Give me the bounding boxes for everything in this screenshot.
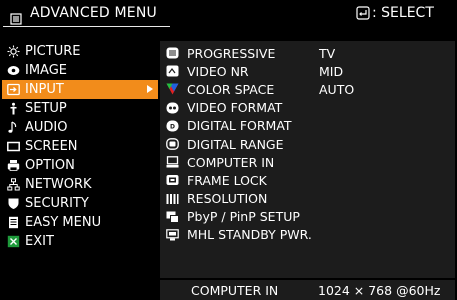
submenu-item-value: MID xyxy=(319,63,344,79)
option-icon xyxy=(6,159,20,173)
menu-item-screen[interactable]: SCREEN xyxy=(2,137,158,156)
submenu-item-label: FRAME LOCK xyxy=(187,172,267,188)
submenu-item-pbyp-setup[interactable]: PbyP / PinP SETUP xyxy=(160,208,455,226)
menu-item-image[interactable]: IMAGE xyxy=(2,61,158,80)
svg-text:D: D xyxy=(170,123,175,130)
digital-format-icon: D xyxy=(166,120,179,132)
easy-menu-icon xyxy=(6,216,20,230)
network-icon xyxy=(6,178,20,192)
audio-icon xyxy=(6,121,20,135)
menu-list-icon xyxy=(10,10,22,25)
video-nr-icon xyxy=(166,65,179,77)
submenu-item-color-space[interactable]: COLOR SPACE AUTO xyxy=(160,80,455,98)
image-icon xyxy=(6,64,20,78)
submenu-item-video-nr[interactable]: VIDEO NR MID xyxy=(160,62,455,80)
submenu-item-label: VIDEO NR xyxy=(187,63,249,79)
submenu-item-value: AUTO xyxy=(319,81,355,97)
submenu-item-label: COLOR SPACE xyxy=(187,81,275,97)
status-bar: COMPUTER IN 1024 × 768 @60Hz xyxy=(160,280,455,300)
input-icon xyxy=(6,83,20,97)
main-menu: PICTURE IMAGE INPUT SETUP AUDIO SCREEN O… xyxy=(2,42,158,251)
submenu-item-mhl-standby[interactable]: MHL STANDBY PWR. xyxy=(160,226,455,244)
menu-item-picture[interactable]: PICTURE xyxy=(2,42,158,61)
menu-item-label: OPTION xyxy=(25,158,75,173)
current-source: COMPUTER IN xyxy=(191,283,279,298)
frame-lock-icon xyxy=(166,174,179,186)
input-submenu-panel: PROGRESSIVE TV VIDEO NR MID COLOR SPACE … xyxy=(160,41,455,278)
select-hint: : SELECT xyxy=(356,5,434,21)
signal-info: 1024 × 768 @60Hz xyxy=(318,283,441,298)
page-title: ADVANCED MENU xyxy=(30,5,157,21)
submenu-item-digital-range[interactable]: DIGITAL RANGE xyxy=(160,135,455,153)
computer-in-icon xyxy=(166,156,179,168)
color-space-icon xyxy=(166,83,179,95)
menu-item-option[interactable]: OPTION xyxy=(2,156,158,175)
submenu-item-label: PROGRESSIVE xyxy=(187,45,276,61)
screen-icon xyxy=(6,140,20,154)
menu-item-label: SETUP xyxy=(25,101,67,116)
submenu-arrow-icon xyxy=(147,85,153,93)
select-hint-label: : SELECT xyxy=(372,5,434,21)
osd-menu: ADVANCED MENU : SELECT PICTURE IMAGE INP… xyxy=(0,0,457,300)
pbyp-icon xyxy=(166,211,179,223)
menu-item-exit[interactable]: EXIT xyxy=(2,232,158,251)
sun-icon xyxy=(6,45,20,59)
exit-icon xyxy=(6,235,20,249)
submenu-item-value: TV xyxy=(319,45,336,61)
menu-item-audio[interactable]: AUDIO xyxy=(2,118,158,137)
video-format-icon xyxy=(166,102,179,114)
menu-item-label: SECURITY xyxy=(25,196,89,211)
submenu-item-label: DIGITAL FORMAT xyxy=(187,118,292,134)
submenu-item-computer-in[interactable]: COMPUTER IN xyxy=(160,153,455,171)
menu-item-label: AUDIO xyxy=(25,120,68,135)
mhl-icon xyxy=(166,229,179,241)
menu-item-label: NETWORK xyxy=(25,177,92,192)
menu-item-network[interactable]: NETWORK xyxy=(2,175,158,194)
setup-icon xyxy=(6,102,20,116)
submenu-item-label: RESOLUTION xyxy=(187,191,268,207)
resolution-icon xyxy=(166,193,179,205)
submenu-item-label: VIDEO FORMAT xyxy=(187,100,283,116)
security-icon xyxy=(6,197,20,211)
menu-item-label: EASY MENU xyxy=(25,215,102,230)
submenu-item-label: MHL STANDBY PWR. xyxy=(187,227,312,243)
enter-button-icon xyxy=(356,6,370,20)
menu-item-security[interactable]: SECURITY xyxy=(2,194,158,213)
header-divider xyxy=(3,26,170,27)
menu-item-input[interactable]: INPUT xyxy=(2,80,158,99)
submenu-item-progressive[interactable]: PROGRESSIVE TV xyxy=(160,44,455,62)
submenu-item-video-format[interactable]: VIDEO FORMAT xyxy=(160,99,455,117)
submenu-item-label: PbyP / PinP SETUP xyxy=(187,209,300,225)
progressive-icon xyxy=(166,47,179,59)
menu-header: ADVANCED MENU : SELECT xyxy=(0,0,457,34)
menu-item-label: PICTURE xyxy=(25,44,81,59)
submenu-item-digital-format[interactable]: D DIGITAL FORMAT xyxy=(160,117,455,135)
menu-item-setup[interactable]: SETUP xyxy=(2,99,158,118)
menu-item-label: IMAGE xyxy=(25,63,68,78)
submenu-item-frame-lock[interactable]: FRAME LOCK xyxy=(160,171,455,189)
menu-item-label: SCREEN xyxy=(25,139,78,154)
menu-item-easy-menu[interactable]: EASY MENU xyxy=(2,213,158,232)
menu-item-label: INPUT xyxy=(25,82,64,97)
submenu-item-resolution[interactable]: RESOLUTION xyxy=(160,190,455,208)
menu-item-label: EXIT xyxy=(25,234,54,249)
submenu-item-label: COMPUTER IN xyxy=(187,154,275,170)
digital-range-icon xyxy=(166,138,179,150)
submenu-item-label: DIGITAL RANGE xyxy=(187,136,284,152)
